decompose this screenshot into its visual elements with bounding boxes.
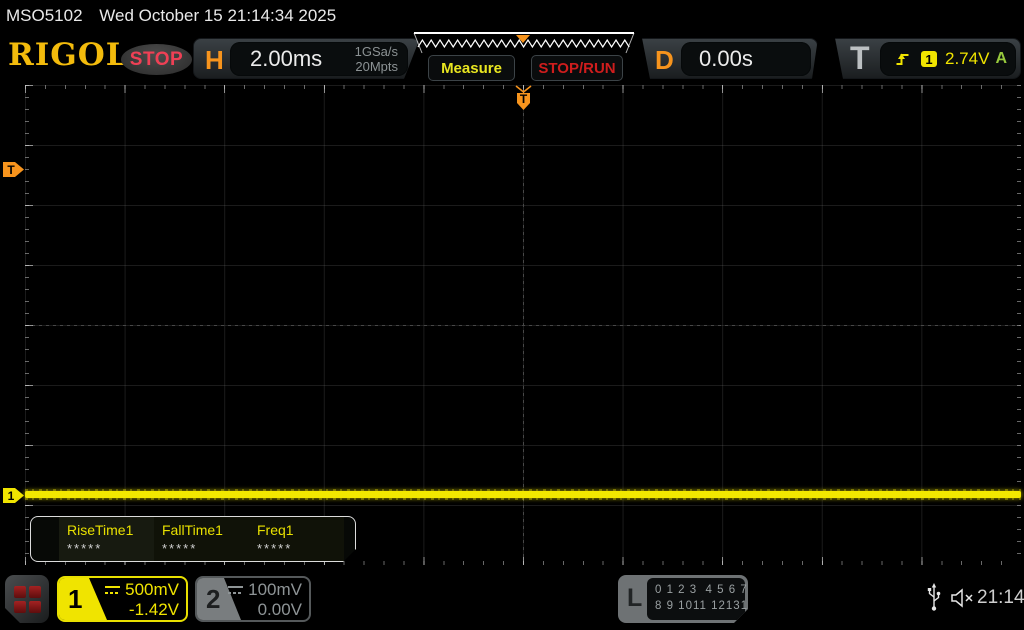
run-state-badge: STOP bbox=[121, 44, 192, 75]
digital-channels-readout: 0 1 2 3 4 5 6 7 8 9 1011 12131415 bbox=[647, 578, 745, 620]
delay-readout: 0.00s bbox=[681, 42, 811, 76]
datetime-label: Wed October 15 21:14:34 2025 bbox=[99, 6, 337, 25]
channel1-number: 1 bbox=[59, 578, 107, 620]
channel2-scale: 100mV bbox=[248, 580, 302, 599]
memory-depth: 20Mpts bbox=[355, 59, 398, 74]
speaker-muted-icon bbox=[951, 588, 973, 608]
measurement-item[interactable]: Freq1 ***** bbox=[249, 517, 344, 561]
channel1-trace bbox=[25, 489, 1021, 500]
trigger-level-value: 2.74V bbox=[945, 49, 990, 68]
titlebar: MSO5102 Wed October 15 21:14:34 2025 bbox=[0, 0, 1024, 30]
trigger-icon: T bbox=[850, 40, 870, 76]
channel1-offset: -1.42V bbox=[128, 600, 179, 619]
sample-rate: 1GSa/s bbox=[354, 44, 398, 59]
trigger-slope-icon bbox=[896, 53, 909, 65]
trigger-panel[interactable]: T 1 2.74V A bbox=[835, 38, 1021, 79]
horizontal-readout: 2.00ms 1GSa/s 20Mpts bbox=[230, 42, 408, 76]
channel1-scale: 500mV bbox=[125, 580, 179, 599]
apps-grid-icon bbox=[14, 586, 41, 613]
acquisition-info: 1GSa/s 20Mpts bbox=[355, 44, 398, 74]
delay-icon: D bbox=[655, 45, 674, 75]
logic-analyzer-button[interactable]: L 0 1 2 3 4 5 6 7 8 9 1011 12131415 bbox=[618, 575, 748, 623]
channel2-offset: 0.00V bbox=[257, 600, 302, 619]
trigger-source-badge: 1 bbox=[921, 51, 937, 67]
measure-button[interactable]: Measure bbox=[428, 55, 515, 81]
usb-icon bbox=[927, 583, 941, 611]
trigger-readout: 1 2.74V A bbox=[880, 42, 1016, 76]
channel1-readout: 500mV -1.42V bbox=[105, 580, 179, 620]
measurement-value: ***** bbox=[162, 541, 198, 556]
stop-run-button[interactable]: STOP/RUN bbox=[531, 55, 623, 81]
dc-coupling-icon bbox=[105, 586, 121, 595]
horizontal-icon: H bbox=[205, 45, 224, 75]
channel2-button[interactable]: 2 100mV 0.00V bbox=[195, 576, 311, 622]
model-label: MSO5102 bbox=[6, 6, 83, 25]
dc-coupling-icon bbox=[228, 586, 244, 595]
trigger-mode-indicator: A bbox=[995, 50, 1007, 67]
logic-analyzer-label: L bbox=[627, 584, 643, 612]
graticule bbox=[25, 85, 1021, 565]
delay-value: 0.00s bbox=[699, 46, 753, 71]
measurement-name: Freq1 bbox=[257, 522, 294, 538]
measurement-panel: RiseTime1 ***** FallTime1 ***** Freq1 **… bbox=[30, 516, 356, 562]
channel1-button[interactable]: 1 500mV -1.42V bbox=[57, 576, 188, 622]
clock-time: 21:14 bbox=[977, 587, 1024, 608]
timebase-value: 2.00ms bbox=[250, 46, 323, 71]
digital-channels-row2: 8 9 1011 12131415 bbox=[655, 600, 771, 612]
channel1-ground-marker[interactable]: 1 bbox=[2, 487, 25, 504]
horizontal-panel[interactable]: H 2.00ms 1GSa/s 20Mpts bbox=[193, 38, 420, 79]
trigger-position-label: T bbox=[520, 92, 528, 106]
apps-menu-button[interactable] bbox=[5, 575, 49, 623]
measurement-value: ***** bbox=[67, 541, 103, 556]
center-horizontal-gridline bbox=[25, 325, 1021, 326]
measurement-name: RiseTime1 bbox=[67, 522, 134, 538]
channel1-ground-label: 1 bbox=[8, 489, 15, 503]
digital-channels-row1: 0 1 2 3 4 5 6 7 bbox=[655, 584, 748, 596]
trigger-level-label: T bbox=[7, 163, 15, 177]
delay-panel[interactable]: D 0.00s bbox=[630, 38, 818, 79]
measurement-value: ***** bbox=[257, 541, 293, 556]
measurement-item[interactable]: FallTime1 ***** bbox=[154, 517, 249, 561]
channel2-readout: 100mV 0.00V bbox=[228, 580, 302, 620]
measurement-item[interactable]: RiseTime1 ***** bbox=[59, 517, 154, 561]
trigger-position-marker[interactable]: T bbox=[513, 85, 534, 112]
rigol-logo: RIGOL bbox=[8, 37, 129, 73]
measurement-name: FallTime1 bbox=[162, 522, 223, 538]
waveform-overview[interactable] bbox=[410, 31, 638, 56]
trigger-level-marker[interactable]: T bbox=[2, 161, 25, 178]
